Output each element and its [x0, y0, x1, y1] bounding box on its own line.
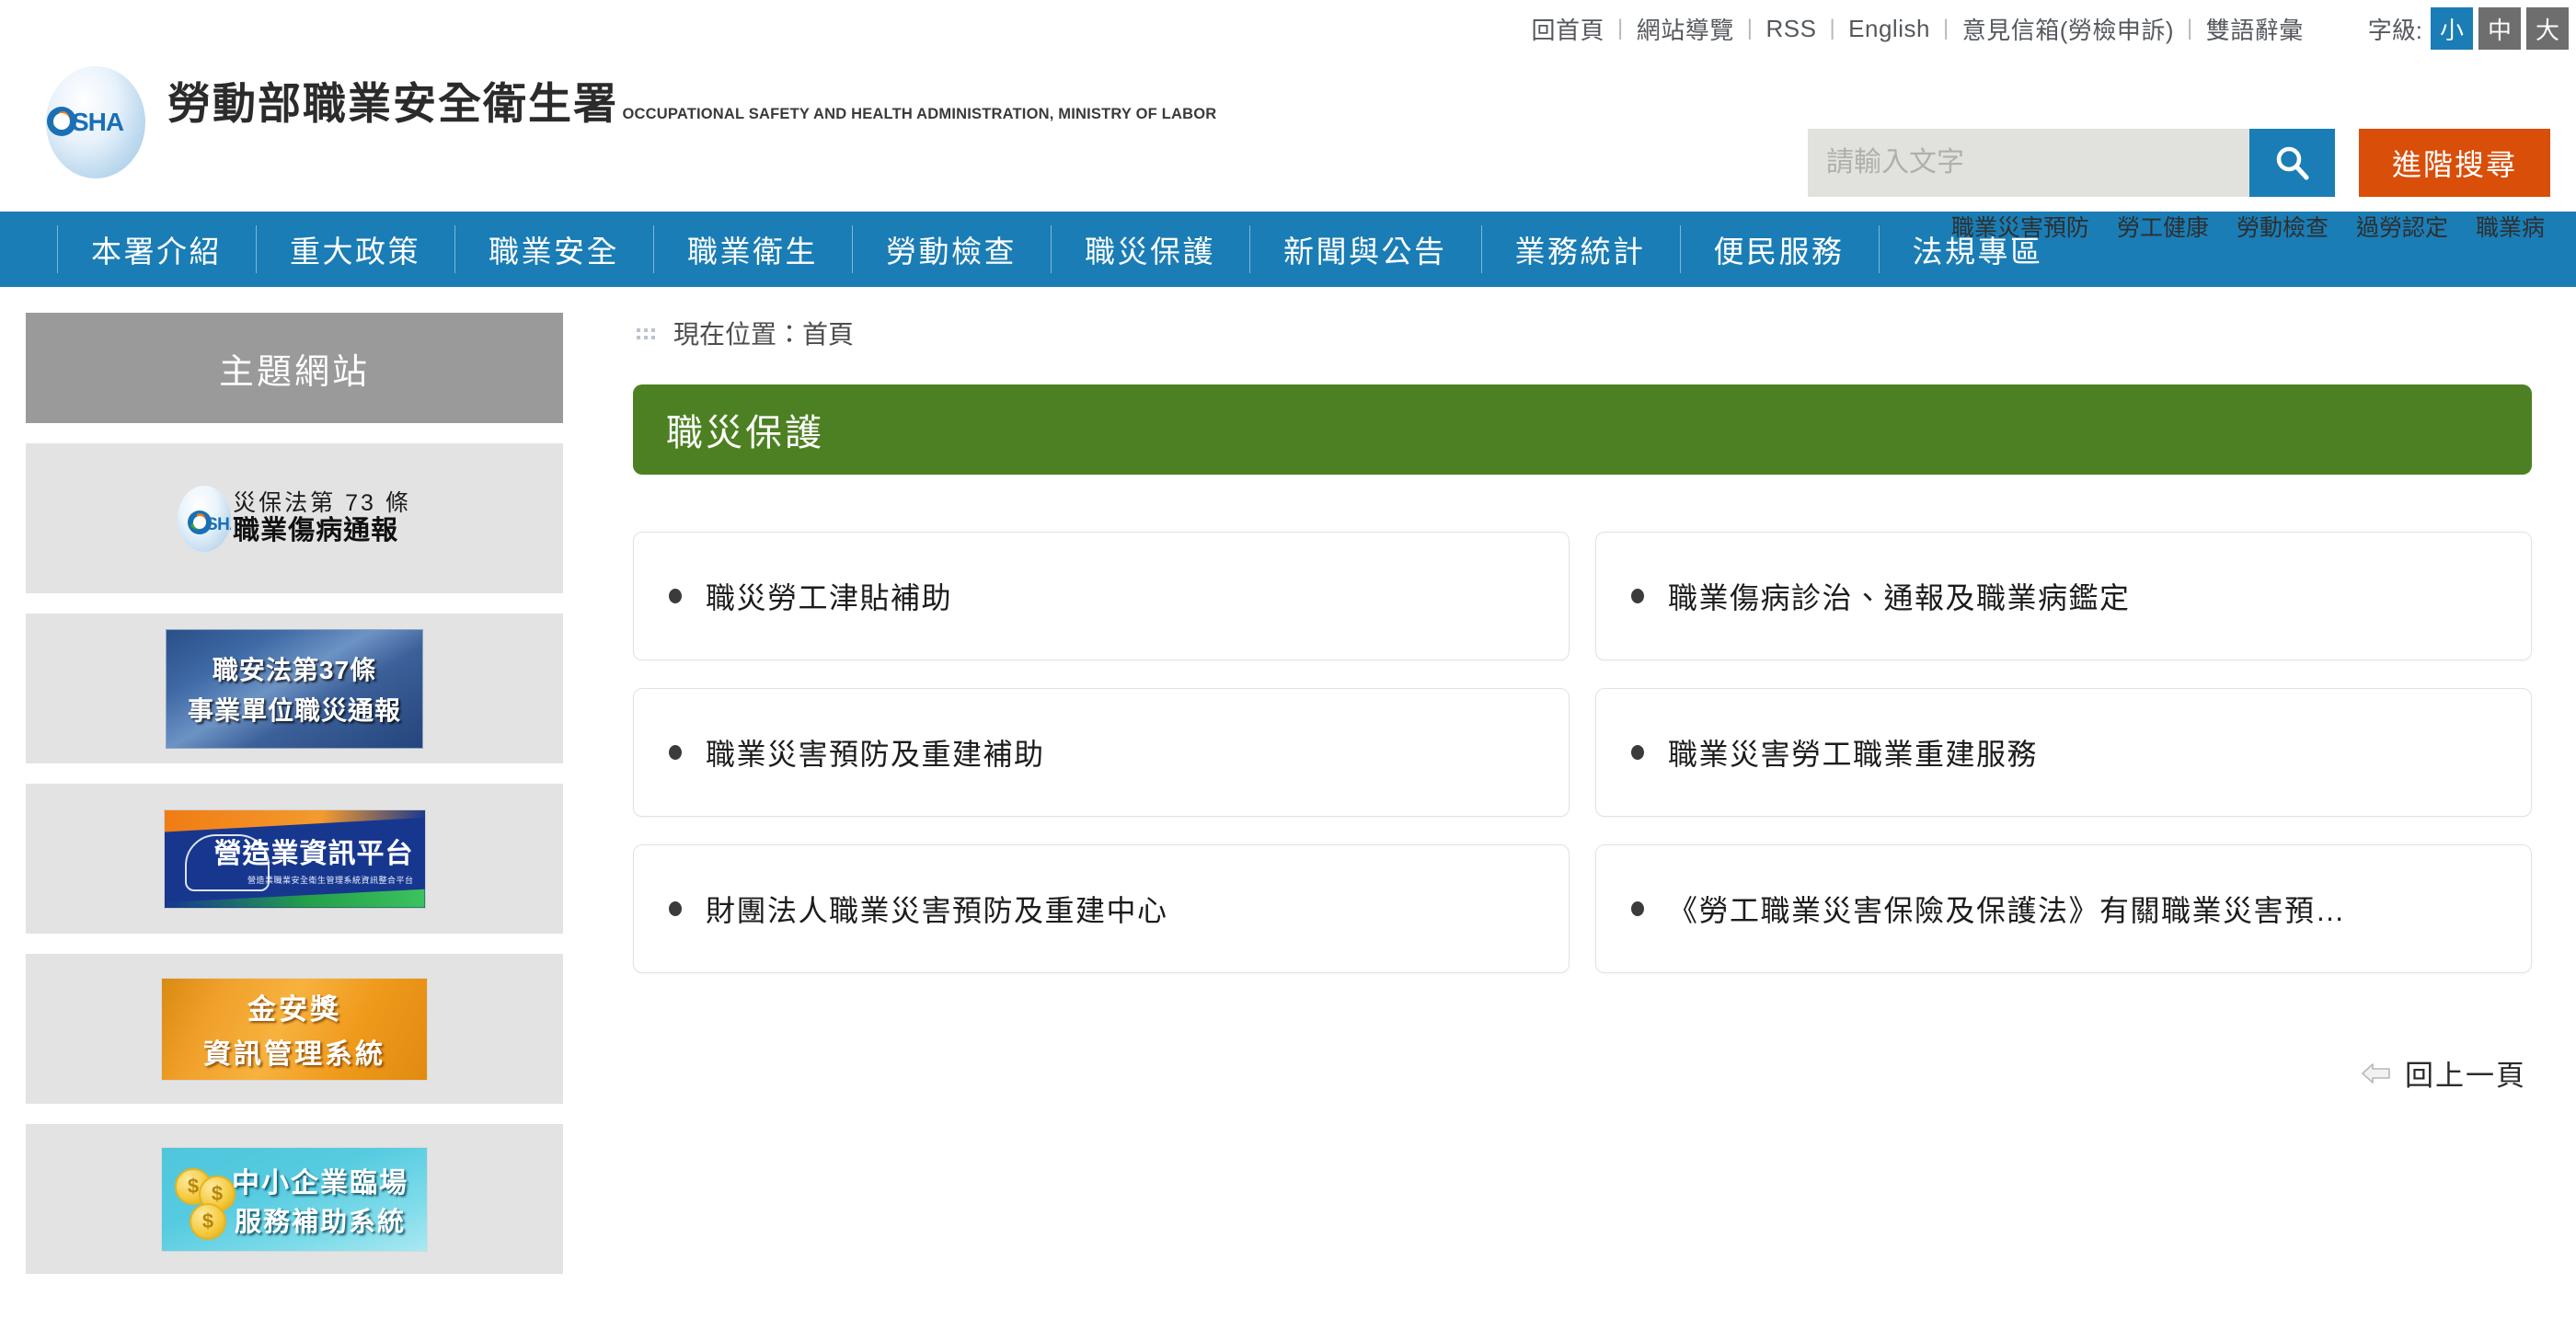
link-card-label: 職業傷病診治、通報及職業病鑑定 [1668, 581, 2131, 614]
nav-item-occupational-accident-protection[interactable]: 職災保護 [1051, 212, 1249, 287]
main-content: 現在位置： 首頁 職災保護 職災勞工津貼補助 職業傷病診治、通報及職業病鑑定 職… [589, 287, 2576, 1094]
sidebar-banner-construction-platform[interactable]: 營造業資訊平台 營造業職業安全衛生管理系統資訊整合平台 [26, 784, 563, 934]
search-input[interactable] [1808, 129, 2249, 197]
advanced-search-button[interactable]: 進階搜尋 [2359, 129, 2550, 197]
utility-separator: | [1942, 16, 1949, 40]
sidebar-banner-label-line2: 職業傷病通報 [233, 516, 399, 546]
quick-link-worker-health[interactable]: 勞工健康 [2117, 210, 2209, 243]
sidebar-banner-label-line1: 營造業資訊平台 [213, 838, 414, 869]
nav-item-statistics[interactable]: 業務統計 [1480, 212, 1680, 287]
utility-link-sitemap[interactable]: 網站導覽 [1624, 12, 1747, 46]
utility-separator: | [1746, 16, 1754, 40]
sidebar-banner-label-line1: 災保法第 73 條 [233, 490, 411, 517]
utility-separator: | [1829, 16, 1836, 40]
link-card-prevention-reconstruction-subsidy[interactable]: 職業災害預防及重建補助 [633, 688, 1570, 817]
font-size-small-button[interactable]: 小 [2431, 7, 2473, 50]
back-to-previous-page-link[interactable]: 回上一頁 [2361, 1052, 2526, 1094]
sidebar-banner-label-line2: 資訊管理系統 [203, 1039, 385, 1070]
sidebar-banner-article37-report[interactable]: 職安法第37條 事業單位職災通報 [26, 614, 563, 763]
site-title-block: 勞動部職業安全衛生署 OCCUPATIONAL SAFETY AND HEALT… [167, 64, 1216, 129]
breadcrumb: 現在位置： 首頁 [633, 315, 2532, 351]
link-card-label: 財團法人職業災害預防及重建中心 [706, 894, 1168, 927]
svg-text:SHA: SHA [72, 108, 124, 136]
link-card-label: 職業災害預防及重建補助 [706, 738, 1045, 771]
sidebar-banner-label-line1: 金安獎 [247, 993, 341, 1026]
bullet-icon [669, 589, 682, 603]
nav-item-major-policy[interactable]: 重大政策 [256, 212, 454, 287]
nav-item-labor-inspection[interactable]: 勞動檢查 [852, 212, 1051, 287]
bullet-icon [1631, 745, 1644, 760]
bullet-icon [669, 745, 682, 760]
breadcrumb-label: 現在位置： [673, 320, 803, 349]
page-body: 主題網站 SHA 災保法第 73 條 職業傷病通報 [0, 287, 2576, 1274]
site-logo-link[interactable]: SHA 勞動部職業安全衛生署 OCCUPATIONAL SAFETY AND H… [39, 64, 1216, 178]
osha-badge-icon: SHA [178, 485, 232, 552]
osha-logo-icon: SHA [39, 64, 153, 178]
link-card-injury-diagnosis-report[interactable]: 職業傷病診治、通報及職業病鑑定 [1595, 532, 2532, 660]
quick-link-labor-inspection[interactable]: 勞動檢查 [2237, 210, 2329, 243]
link-card-label: 職業災害勞工職業重建服務 [1668, 738, 2039, 771]
sidebar: 主題網站 SHA 災保法第 73 條 職業傷病通報 [0, 287, 589, 1274]
svg-text:SHA: SHA [206, 515, 231, 534]
utility-separator: | [1616, 16, 1624, 40]
link-card-vocational-rehab-service[interactable]: 職業災害勞工職業重建服務 [1595, 688, 2532, 817]
utility-link-english[interactable]: English [1835, 15, 1943, 43]
sidebar-banner-label-line2: 營造業職業安全衛生管理系統資訊整合平台 [247, 875, 414, 885]
bullet-icon [1631, 589, 1644, 603]
quick-link-occupational-disease[interactable]: 職業病 [2476, 210, 2545, 243]
nav-item-about[interactable]: 本署介紹 [57, 212, 256, 287]
quick-link-overwork-certification[interactable]: 過勞認定 [2356, 210, 2448, 243]
back-link-label: 回上一頁 [2405, 1060, 2526, 1092]
left-arrow-icon [2361, 1061, 2392, 1086]
back-row: 回上一頁 [633, 1052, 2532, 1094]
search-icon [2276, 146, 2308, 180]
font-size-large-button[interactable]: 大 [2526, 7, 2569, 50]
search-row: 進階搜尋 [1808, 129, 2550, 197]
breadcrumb-dots-icon [637, 328, 655, 339]
bullet-icon [1631, 901, 1644, 916]
sidebar-banner-gold-safety-award[interactable]: 金安獎 資訊管理系統 [26, 954, 563, 1104]
utility-link-rss[interactable]: RSS [1753, 15, 1829, 43]
nav-item-occupational-safety[interactable]: 職業安全 [454, 212, 653, 287]
top-utility-bar: 回首頁 | 網站導覽 | RSS | English | 意見信箱(勞檢申訴) … [0, 0, 2576, 57]
utility-separator: | [2187, 16, 2193, 40]
breadcrumb-item-home[interactable]: 首頁 [802, 315, 854, 351]
sidebar-title: 主題網站 [26, 313, 563, 423]
link-card-prevention-reconstruction-center[interactable]: 財團法人職業災害預防及重建中心 [633, 844, 1570, 973]
site-title-en: OCCUPATIONAL SAFETY AND HEALTH ADMINISTR… [622, 106, 1217, 122]
nav-item-regulations[interactable]: 法規專區 [1878, 212, 2077, 287]
font-size-switcher: 字級: 小 中 大 [2368, 7, 2569, 50]
font-size-label: 字級: [2367, 16, 2422, 44]
sidebar-banner-occupational-injury-report[interactable]: SHA 災保法第 73 條 職業傷病通報 [26, 443, 563, 593]
link-card-subsidy-allowance[interactable]: 職災勞工津貼補助 [633, 532, 1570, 660]
utility-link-bilingual-glossary[interactable]: 雙語辭彙 [2193, 12, 2317, 46]
sidebar-banner-label-line1: 中小企業臨場 [232, 1167, 408, 1199]
nav-item-public-services[interactable]: 便民服務 [1679, 212, 1879, 287]
link-card-label: 職災勞工津貼補助 [706, 581, 953, 614]
bullet-icon [669, 901, 682, 916]
sidebar-banner-label-line2: 服務補助系統 [234, 1207, 406, 1237]
site-header: SHA 勞動部職業安全衛生署 OCCUPATIONAL SAFETY AND H… [0, 57, 2576, 241]
utility-link-home[interactable]: 回首頁 [1518, 12, 1617, 46]
utility-link-feedback[interactable]: 意見信箱(勞檢申訴) [1949, 12, 2187, 46]
font-size-medium-button[interactable]: 中 [2478, 7, 2521, 50]
page-title: 職災保護 [633, 384, 2532, 475]
link-card-grid: 職災勞工津貼補助 職業傷病診治、通報及職業病鑑定 職業災害預防及重建補助 職業災… [633, 532, 2532, 973]
sidebar-banner-sme-onsite-service[interactable]: $ $ $ 中小企業臨場 服務補助系統 [26, 1124, 563, 1274]
nav-item-news-announcements[interactable]: 新聞與公告 [1249, 212, 1481, 287]
search-submit-button[interactable] [2249, 129, 2335, 197]
sidebar-banner-label-line1: 職安法第37條 [212, 655, 377, 684]
nav-item-occupational-health[interactable]: 職業衛生 [653, 212, 852, 287]
link-card-label: 《勞工職業災害保險及保護法》有關職業災害預… [1668, 894, 2347, 927]
sidebar-banner-label-line2: 事業單位職災通報 [187, 695, 401, 725]
utility-links: 回首頁 | 網站導覽 | RSS | English | 意見信箱(勞檢申訴) … [1518, 12, 2316, 46]
site-title-cn: 勞動部職業安全衛生署 [167, 79, 618, 128]
link-card-insurance-protection-act[interactable]: 《勞工職業災害保險及保護法》有關職業災害預… [1595, 844, 2532, 973]
